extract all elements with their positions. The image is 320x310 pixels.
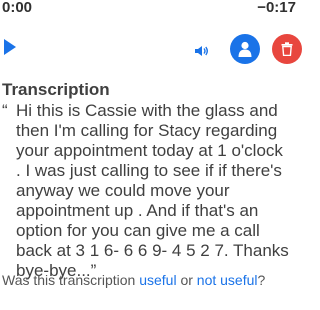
feedback-prompt: Was this transcription useful or not use… — [2, 272, 302, 288]
transcription-body: Hi this is Cassie with the glass and the… — [16, 101, 289, 280]
elapsed-time: 0:00 — [2, 0, 33, 16]
person-icon — [238, 41, 252, 57]
remaining-time: −0:17 — [257, 0, 296, 16]
play-button[interactable] — [1, 37, 19, 57]
play-icon — [4, 39, 16, 55]
not-useful-link[interactable]: not useful — [197, 272, 258, 288]
delete-button[interactable] — [272, 34, 302, 64]
trash-icon — [281, 42, 293, 56]
open-quote: “ — [2, 101, 8, 120]
feedback-middle: or — [176, 272, 197, 288]
speaker-icon — [195, 46, 208, 56]
transcription-title: Transcription — [2, 80, 110, 99]
transcription-text: “ Hi this is Cassie with the glass and t… — [2, 101, 292, 281]
feedback-suffix: ? — [257, 272, 266, 288]
voicemail-detail: 0:00 −0:17 Transcription “ Hi this is Ca… — [0, 0, 310, 310]
useful-link[interactable]: useful — [139, 272, 176, 288]
speaker-button[interactable] — [187, 36, 217, 66]
contact-button[interactable] — [230, 34, 260, 64]
feedback-prefix: Was this transcription — [2, 272, 140, 288]
